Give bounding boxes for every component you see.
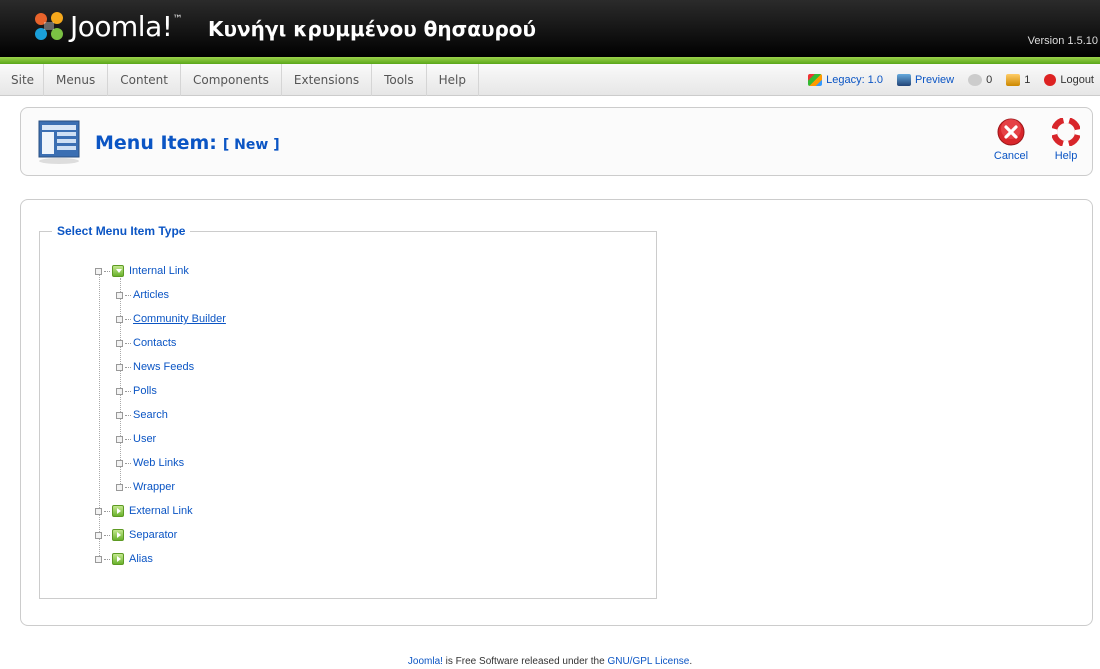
lifebuoy-icon <box>1052 118 1080 146</box>
footer-end: . <box>689 656 693 667</box>
footer: Joomla! is Free Software released under … <box>0 656 1100 667</box>
help-button[interactable]: Help <box>1044 118 1088 162</box>
tree-node-icon <box>116 411 123 419</box>
tree-node-separator[interactable]: Separator <box>95 527 177 543</box>
tree-item-community-builder[interactable]: Community Builder <box>116 311 226 327</box>
tree-node-icon <box>116 435 123 443</box>
users-icon <box>1006 74 1021 86</box>
tree-label: Web Links <box>133 457 185 469</box>
status-bar: Legacy: 1.0 Preview 0 1 Logout <box>794 64 1094 96</box>
menu-content[interactable]: Content <box>108 64 181 96</box>
tree-node-alias[interactable]: Alias <box>95 551 153 567</box>
tree-item-web-links[interactable]: Web Links <box>116 455 184 471</box>
tree-node-icon <box>116 339 123 347</box>
tree-node-icon <box>116 291 123 299</box>
tree-label: Alias <box>129 553 153 565</box>
site-name: Κυνήγι κρυμμένου θησαυρού <box>208 17 537 41</box>
collapse-toggle-icon[interactable] <box>95 267 102 275</box>
toolbar-box: Menu Item:[ New ] Cancel Help <box>20 107 1093 176</box>
tree-item-user[interactable]: User <box>116 431 156 447</box>
folder-closed-icon <box>112 505 124 517</box>
version-label: Version 1.5.10 <box>1027 35 1098 47</box>
users-status[interactable]: 1 <box>1006 74 1030 86</box>
cancel-label: Cancel <box>993 150 1029 162</box>
tree-item-search[interactable]: Search <box>116 407 168 423</box>
menu-tools[interactable]: Tools <box>372 64 427 96</box>
footer-text: is Free Software released under the <box>442 656 608 667</box>
menu-site[interactable]: Site <box>0 64 45 96</box>
header-bar: Joomla!™ Κυνήγι κρυμμένου θησαυρού Versi… <box>0 0 1100 57</box>
tree-item-contacts[interactable]: Contacts <box>116 335 176 351</box>
folder-closed-icon <box>112 529 124 541</box>
tree-item-articles[interactable]: Articles <box>116 287 169 303</box>
users-count: 1 <box>1024 74 1031 86</box>
tree-label: User <box>133 433 157 445</box>
menu-item-page-icon <box>38 120 80 164</box>
tree-node-internal-link[interactable]: Internal Link <box>95 263 189 279</box>
tree-label: Separator <box>129 529 178 541</box>
tree-node-icon <box>116 387 123 395</box>
menu-help[interactable]: Help <box>427 64 479 96</box>
fieldset-legend: Select Menu Item Type <box>52 224 191 238</box>
help-label: Help <box>1054 150 1078 162</box>
cancel-button[interactable]: Cancel <box>989 118 1033 162</box>
tree-item-polls[interactable]: Polls <box>116 383 157 399</box>
preview-icon <box>896 74 911 86</box>
tree-label: Contacts <box>133 337 177 349</box>
preview-status: Preview <box>896 74 954 86</box>
tree-node-external-link[interactable]: External Link <box>95 503 193 519</box>
joomla-link[interactable]: Joomla! <box>408 656 443 667</box>
brand-name: Joomla!™ <box>70 10 182 43</box>
tree-item-news-feeds[interactable]: News Feeds <box>116 359 194 375</box>
tree-label: External Link <box>129 505 193 517</box>
menu-menus[interactable]: Menus <box>44 64 109 96</box>
cancel-icon <box>997 118 1025 146</box>
folder-closed-icon <box>112 553 124 565</box>
menu-components[interactable]: Components <box>181 64 282 96</box>
expand-toggle-icon[interactable] <box>95 531 102 539</box>
logout-icon <box>1044 74 1057 86</box>
tree-label: Polls <box>133 385 157 397</box>
joomla-logo-icon <box>35 12 63 40</box>
tree-node-icon <box>116 363 123 371</box>
menu-extensions[interactable]: Extensions <box>282 64 373 96</box>
license-link[interactable]: GNU/GPL License <box>607 656 689 667</box>
tree-label: Community Builder <box>133 313 226 325</box>
logout-link[interactable]: Logout <box>1060 74 1094 86</box>
tree-node-icon <box>116 315 123 323</box>
expand-toggle-icon[interactable] <box>95 507 102 515</box>
messages-icon <box>968 74 983 86</box>
menu-type-fieldset: Select Menu Item Type Internal Link Arti… <box>39 224 657 599</box>
main-content-box: Select Menu Item Type Internal Link Arti… <box>20 199 1093 626</box>
folder-open-icon <box>112 265 124 277</box>
tree-node-icon <box>116 459 123 467</box>
page-subtitle: [ New ] <box>222 137 280 153</box>
tree-item-wrapper[interactable]: Wrapper <box>116 479 175 495</box>
tree-label: Articles <box>133 289 170 301</box>
legacy-icon <box>808 74 823 86</box>
main-menu: Site Menus Content Components Extensions… <box>0 64 479 96</box>
tree-label: News Feeds <box>133 361 195 373</box>
legacy-status: Legacy: 1.0 <box>808 74 883 86</box>
tree-label: Search <box>133 409 168 421</box>
tree-label: Wrapper <box>133 481 175 493</box>
tree-label: Internal Link <box>129 265 189 277</box>
page-title: Menu Item:[ New ] <box>95 132 280 154</box>
tree-node-icon <box>116 483 123 491</box>
messages-count: 0 <box>986 74 993 86</box>
header-accent-bar <box>0 57 1100 64</box>
preview-link[interactable]: Preview <box>915 74 954 86</box>
expand-toggle-icon[interactable] <box>95 555 102 563</box>
messages-status[interactable]: 0 <box>968 74 992 86</box>
menubar: Site Menus Content Components Extensions… <box>0 64 1100 96</box>
legacy-link[interactable]: Legacy: 1.0 <box>826 74 883 86</box>
logout-status: Logout <box>1044 74 1094 86</box>
